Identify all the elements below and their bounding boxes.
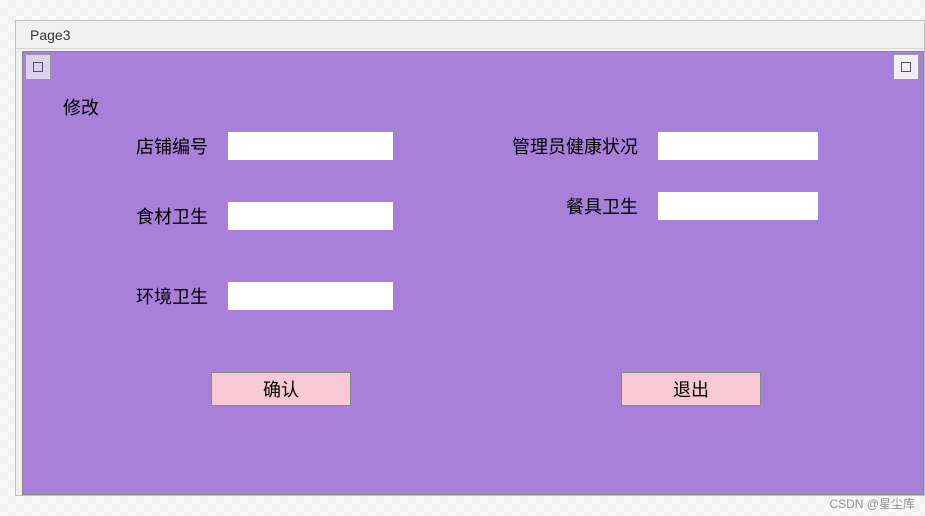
client-area: 修改 店铺编号 食材卫生 环境卫生 管理员健康状况 餐具卫生 确认 退出 (22, 51, 924, 495)
row-food-hygiene: 食材卫生 (118, 202, 393, 230)
row-dishware-hygiene: 餐具卫生 (418, 192, 818, 220)
window-frame: Page3 修改 店铺编号 食材卫生 环境卫生 管理员健康状况 餐具卫生 (15, 20, 925, 496)
label-dishware-hygiene: 餐具卫生 (418, 193, 638, 219)
confirm-button-label: 确认 (263, 376, 299, 402)
confirm-button[interactable]: 确认 (211, 372, 351, 406)
titlebar[interactable]: Page3 (16, 21, 924, 49)
label-manager-health: 管理员健康状况 (418, 133, 638, 159)
input-dishware-hygiene[interactable] (658, 192, 818, 220)
input-env-hygiene[interactable] (228, 282, 393, 310)
label-env-hygiene: 环境卫生 (118, 283, 208, 309)
row-env-hygiene: 环境卫生 (118, 282, 393, 310)
square-icon (33, 62, 43, 72)
input-food-hygiene[interactable] (228, 202, 393, 230)
input-shop-id[interactable] (228, 132, 393, 160)
section-title: 修改 (63, 94, 99, 120)
system-box-left[interactable] (25, 54, 51, 80)
square-icon (901, 62, 911, 72)
row-manager-health: 管理员健康状况 (418, 132, 818, 160)
watermark: CSDN @星尘库 (829, 495, 915, 512)
exit-button-label: 退出 (673, 376, 709, 402)
exit-button[interactable]: 退出 (621, 372, 761, 406)
system-box-right[interactable] (893, 54, 919, 80)
window-title: Page3 (30, 27, 70, 43)
label-shop-id: 店铺编号 (118, 133, 208, 159)
input-manager-health[interactable] (658, 132, 818, 160)
label-food-hygiene: 食材卫生 (118, 203, 208, 229)
row-shop-id: 店铺编号 (118, 132, 393, 160)
